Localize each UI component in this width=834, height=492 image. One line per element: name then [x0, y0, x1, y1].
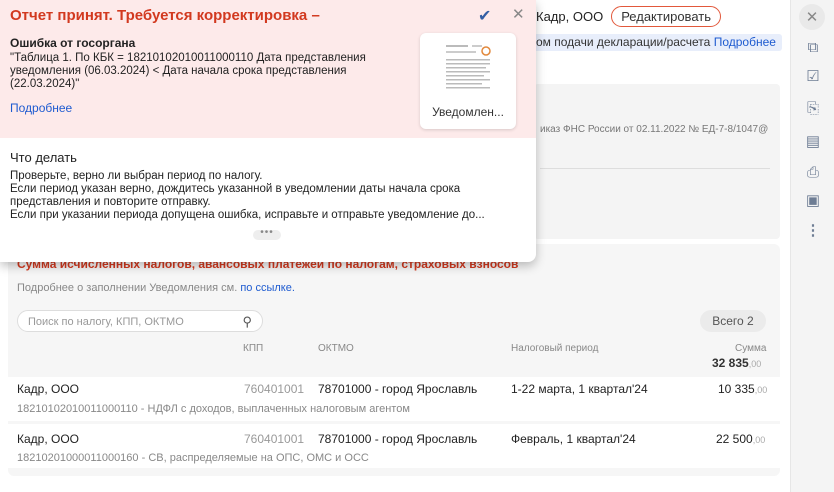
- todo-text: Проверьте, верно ли выбран период по нал…: [10, 170, 510, 222]
- search-placeholder: Поиск по налогу, КПП, ОКТМО: [28, 316, 184, 328]
- clipboard-icon[interactable]: ▤: [803, 131, 823, 151]
- row-sum: 22 500,00: [716, 432, 765, 446]
- close-icon[interactable]: ✕: [512, 5, 525, 23]
- right-toolbar: ✕ ⧉ ☑ ⎘ ▤ ⎙ ▣ ⋮: [790, 0, 834, 492]
- todo-line: Проверьте, верно ли выбран период по нал…: [10, 170, 263, 182]
- header: Кадр, ООО Редактировать: [536, 5, 721, 27]
- row-oktmo: 78701000 - город Ярославль: [318, 432, 478, 446]
- row-kbk: 18210201000011000160 - СВ, распределяемы…: [17, 452, 369, 464]
- row-period: 1-22 марта, 1 квартал'24: [511, 382, 648, 396]
- total-badge[interactable]: Всего 2: [700, 310, 766, 332]
- todo-line: Если при указании периода допущена ошибк…: [10, 209, 485, 221]
- error-title: Ошибка от госоргана: [10, 36, 136, 50]
- attachment-label: Уведомлен...: [432, 105, 504, 119]
- row-period: Февраль, 1 квартал'24: [511, 432, 636, 446]
- search-icon[interactable]: ⚲: [242, 311, 252, 333]
- column-header-kpp: КПП: [243, 343, 264, 354]
- todo-line: Если период указан верно, дождитесь указ…: [10, 183, 461, 208]
- divider: [540, 168, 770, 169]
- row-kpp: 760401001: [244, 382, 305, 396]
- row-org: Кадр, ООО: [17, 382, 80, 396]
- org-name: Кадр, ООО: [536, 8, 604, 24]
- row-sum-fraction: ,00: [752, 435, 766, 445]
- column-header-sum: Сумма: [735, 343, 767, 354]
- save-icon[interactable]: ▣: [803, 190, 823, 210]
- copy-icon[interactable]: ⧉: [803, 37, 823, 57]
- row-sum-fraction: ,00: [754, 385, 768, 395]
- popup-title: Отчет принят. Требуется корректировка –: [10, 7, 320, 24]
- order-reference: иказ ФНС России от 02.11.2022 № ЕД-7-8/1…: [540, 124, 769, 135]
- sum-total-value: 32 835: [712, 356, 749, 370]
- info-strip: ом подачи декларации/расчета Подробнее: [534, 34, 782, 51]
- error-text: "Таблица 1. По КБК = 1821010201001100011…: [10, 52, 366, 90]
- more-icon[interactable]: ⋮: [803, 220, 823, 240]
- check-icon[interactable]: ✔: [478, 6, 491, 26]
- row-kpp: 760401001: [244, 432, 305, 446]
- details-panel: [534, 84, 780, 239]
- row-oktmo: 78701000 - город Ярославль: [318, 382, 478, 396]
- status-popup: Отчет принят. Требуется корректировка – …: [0, 0, 536, 262]
- row-sum-value: 10 335: [718, 382, 755, 396]
- section-hint-text: Подробнее о заполнении Уведомления см.: [17, 282, 238, 294]
- edit-button[interactable]: Редактировать: [611, 5, 721, 27]
- document-thumbnail-icon: [442, 41, 494, 97]
- more-link[interactable]: Подробнее: [10, 101, 72, 115]
- checklist-icon[interactable]: ☑: [803, 66, 823, 86]
- row-kbk: 18210102010011000110 - НДФЛ с доходов, в…: [17, 403, 410, 415]
- column-header-period: Налоговый период: [511, 343, 599, 354]
- todo-title: Что делать: [10, 150, 77, 165]
- section-hint-link[interactable]: по ссылке.: [240, 282, 295, 294]
- info-strip-text: ом подачи декларации/расчета: [536, 35, 711, 49]
- sum-total-fraction: ,00: [748, 359, 762, 369]
- sum-total: 32 835,00: [712, 356, 761, 370]
- row-org: Кадр, ООО: [17, 432, 80, 446]
- paperclip-icon[interactable]: ⎘: [803, 98, 823, 118]
- printer-icon[interactable]: ⎙: [803, 162, 823, 182]
- info-strip-link[interactable]: Подробнее: [714, 35, 776, 49]
- search-input[interactable]: Поиск по налогу, КПП, ОКТМО ⚲: [17, 310, 263, 332]
- section-hint: Подробнее о заполнении Уведомления см. п…: [17, 282, 295, 294]
- row-sum-value: 22 500: [716, 432, 753, 446]
- row-sum: 10 335,00: [718, 382, 767, 396]
- expand-button[interactable]: •••: [253, 228, 281, 240]
- close-icon[interactable]: ✕: [799, 4, 825, 30]
- column-header-oktmo: ОКТМО: [318, 343, 354, 354]
- attachment-card[interactable]: Уведомлен...: [420, 33, 516, 129]
